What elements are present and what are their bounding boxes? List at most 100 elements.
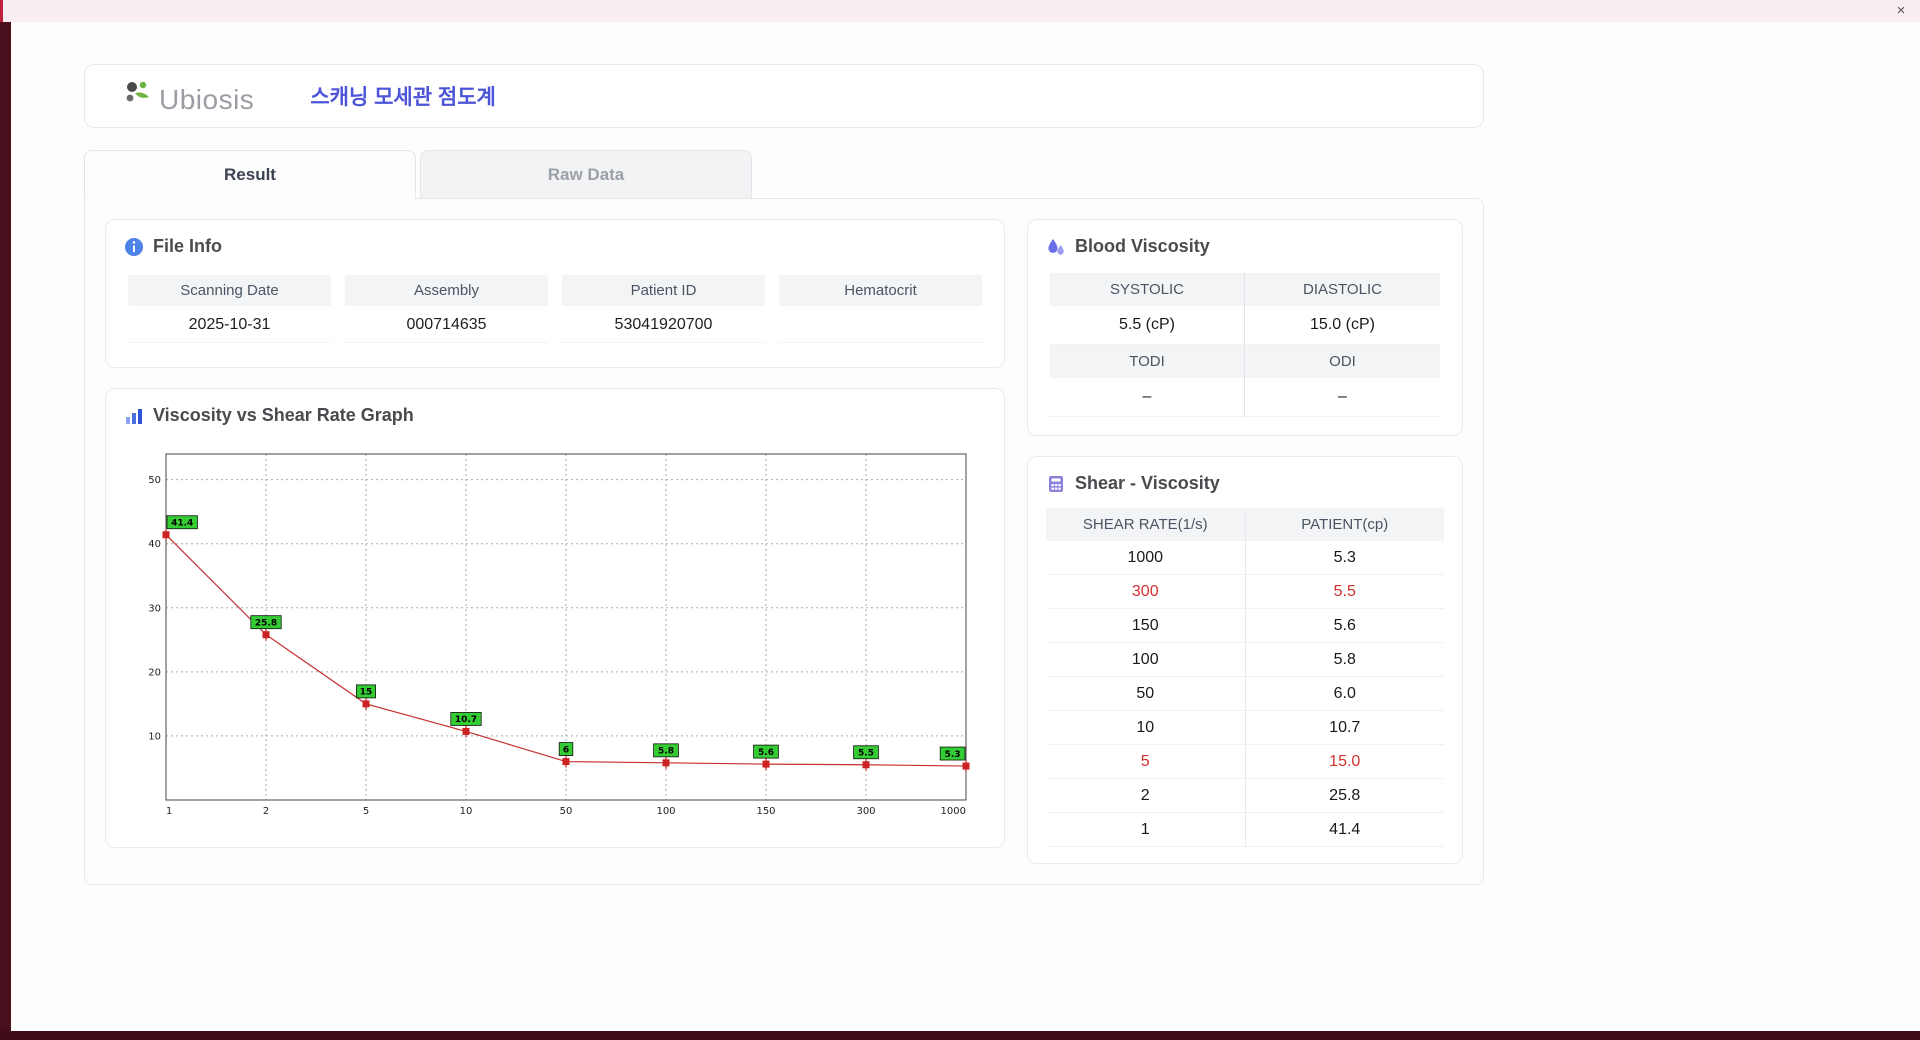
- shear-rate-cell: 150: [1046, 608, 1246, 643]
- svg-text:2: 2: [263, 806, 269, 817]
- shear-viscosity-table: SHEAR RATE(1/s) PATIENT(cp) 1000 5.3 300 5.5…: [1046, 508, 1444, 847]
- shear-rate-cell: 1: [1046, 812, 1246, 847]
- tabs: Result Raw Data: [84, 150, 1484, 199]
- field-label: Scanning Date: [128, 275, 331, 306]
- bv-label: DIASTOLIC: [1245, 273, 1440, 306]
- patient-cp-cell: 5.8: [1245, 642, 1444, 677]
- window-left-border: [0, 0, 11, 1040]
- field-value: 000714635: [345, 306, 548, 343]
- table-row: 1 41.4: [1046, 812, 1444, 847]
- blood-viscosity-title: Blood Viscosity: [1075, 236, 1210, 256]
- svg-text:300: 300: [856, 806, 875, 817]
- svg-text:5.5: 5.5: [858, 749, 874, 759]
- table-row: 2 25.8: [1046, 778, 1444, 813]
- svg-text:50: 50: [148, 475, 161, 486]
- graph-card: Viscosity vs Shear Rate Graph 10 20 30 40 50…: [105, 388, 1005, 848]
- svg-text:6: 6: [563, 745, 569, 755]
- shear-rate-cell: 10: [1046, 710, 1246, 745]
- field-label: Patient ID: [562, 275, 765, 306]
- svg-text:5.6: 5.6: [758, 748, 774, 758]
- svg-text:40: 40: [148, 539, 161, 550]
- graph-title: Viscosity vs Shear Rate Graph: [153, 405, 414, 425]
- table-column-header: SHEAR RATE(1/s): [1046, 508, 1246, 541]
- patient-cp-cell: 41.4: [1245, 812, 1444, 847]
- patient-cp-cell: 15.0: [1245, 744, 1444, 779]
- page-title: 스캐닝 모세관 점도계: [310, 86, 496, 109]
- svg-text:5.8: 5.8: [658, 747, 674, 757]
- table-row: 300 5.5: [1046, 574, 1444, 609]
- table-row: 5 15.0: [1046, 744, 1444, 779]
- svg-text:41.4: 41.4: [171, 519, 193, 529]
- app-window: Ubiosis 스캐닝 모세관 점도계 Result Raw Data File…: [11, 22, 1920, 1031]
- shear-rate-cell: 1000: [1046, 541, 1246, 575]
- close-icon[interactable]: ×: [1892, 2, 1910, 20]
- bv-label: TODI: [1050, 345, 1245, 378]
- svg-text:1000: 1000: [941, 806, 966, 817]
- table-header-row: SHEAR RATE(1/s) PATIENT(cp): [1046, 508, 1444, 541]
- bv-value: –: [1245, 378, 1440, 417]
- tab-result[interactable]: Result: [84, 150, 416, 199]
- bv-label: ODI: [1245, 345, 1440, 378]
- droplets-icon: [1046, 237, 1066, 257]
- file-info-card: File Info Scanning Date 2025-10-31 Assembl…: [105, 219, 1005, 368]
- brand-name: Ubiosis: [159, 83, 255, 115]
- svg-text:25.8: 25.8: [255, 618, 277, 628]
- field-value: 2025-10-31: [128, 306, 331, 343]
- patient-cp-cell: 5.6: [1245, 608, 1444, 643]
- result-panel: File Info Scanning Date 2025-10-31 Assembl…: [84, 198, 1484, 885]
- file-info-title: File Info: [153, 236, 222, 256]
- tab-raw-data[interactable]: Raw Data: [420, 150, 752, 198]
- svg-text:150: 150: [756, 806, 775, 817]
- svg-text:100: 100: [656, 806, 675, 817]
- info-icon: [124, 237, 144, 257]
- table-row: 1000 5.3: [1046, 541, 1444, 575]
- blood-viscosity-card: Blood Viscosity SYSTOLIC DIASTOLIC 5.5 (cP…: [1027, 219, 1463, 436]
- file-info-field: Patient ID 53041920700: [562, 275, 765, 343]
- shear-rate-cell: 5: [1046, 744, 1246, 779]
- svg-text:1: 1: [166, 806, 172, 817]
- svg-text:5.3: 5.3: [945, 750, 961, 760]
- window-bottom-border: [0, 1031, 1920, 1040]
- file-info-field: Assembly 000714635: [345, 275, 548, 343]
- field-value: [779, 306, 982, 343]
- svg-text:15: 15: [360, 688, 373, 698]
- patient-cp-cell: 6.0: [1245, 676, 1444, 711]
- shear-viscosity-card: Shear - Viscosity SHEAR RATE(1/s) PATIENT…: [1027, 456, 1463, 864]
- patient-cp-cell: 5.5: [1245, 574, 1444, 609]
- field-label: Hematocrit: [779, 275, 982, 306]
- ubiosis-logo-icon: [123, 77, 153, 114]
- shear-table-body: 1000 5.3 300 5.5 150 5.6 100 5.8 50 6.0 10 10.7 5 15.…: [1046, 541, 1444, 847]
- patient-cp-cell: 5.3: [1245, 541, 1444, 575]
- file-info-field: Scanning Date 2025-10-31: [128, 275, 331, 343]
- table-row: 150 5.6: [1046, 608, 1444, 643]
- bar-chart-icon: [124, 406, 144, 426]
- brand-logo: Ubiosis: [123, 77, 254, 116]
- bv-value: –: [1050, 378, 1245, 417]
- table-row: 100 5.8: [1046, 642, 1444, 677]
- shear-rate-cell: 50: [1046, 676, 1246, 711]
- shear-rate-cell: 100: [1046, 642, 1246, 677]
- shear-rate-cell: 2: [1046, 778, 1246, 813]
- field-label: Assembly: [345, 275, 548, 306]
- viscosity-chart-svg: 10 20 30 40 50 1 2 5 10 50 100 150 300 1000 41.4 25.8 15…: [148, 453, 970, 817]
- bv-label: SYSTOLIC: [1050, 273, 1245, 306]
- bv-value: 15.0 (cP): [1245, 306, 1440, 345]
- app-header: Ubiosis 스캐닝 모세관 점도계: [84, 64, 1484, 128]
- shear-viscosity-title: Shear - Viscosity: [1075, 473, 1220, 493]
- svg-text:10.7: 10.7: [455, 715, 477, 725]
- calculator-icon: [1046, 474, 1066, 494]
- file-info-fields: Scanning Date 2025-10-31 Assembly 000714635…: [124, 271, 986, 351]
- table-row: 10 10.7: [1046, 710, 1444, 745]
- svg-text:20: 20: [148, 667, 161, 678]
- patient-cp-cell: 25.8: [1245, 778, 1444, 813]
- shear-rate-cell: 300: [1046, 574, 1246, 609]
- svg-text:30: 30: [148, 603, 161, 614]
- svg-text:10: 10: [460, 806, 473, 817]
- field-value: 53041920700: [562, 306, 765, 343]
- svg-text:10: 10: [148, 731, 161, 742]
- file-info-field: Hematocrit: [779, 275, 982, 343]
- bv-value: 5.5 (cP): [1050, 306, 1245, 345]
- svg-text:5: 5: [363, 806, 369, 817]
- blood-viscosity-grid: SYSTOLIC DIASTOLIC 5.5 (cP) 15.0 (cP) TODI OD…: [1046, 271, 1444, 419]
- patient-cp-cell: 10.7: [1245, 710, 1444, 745]
